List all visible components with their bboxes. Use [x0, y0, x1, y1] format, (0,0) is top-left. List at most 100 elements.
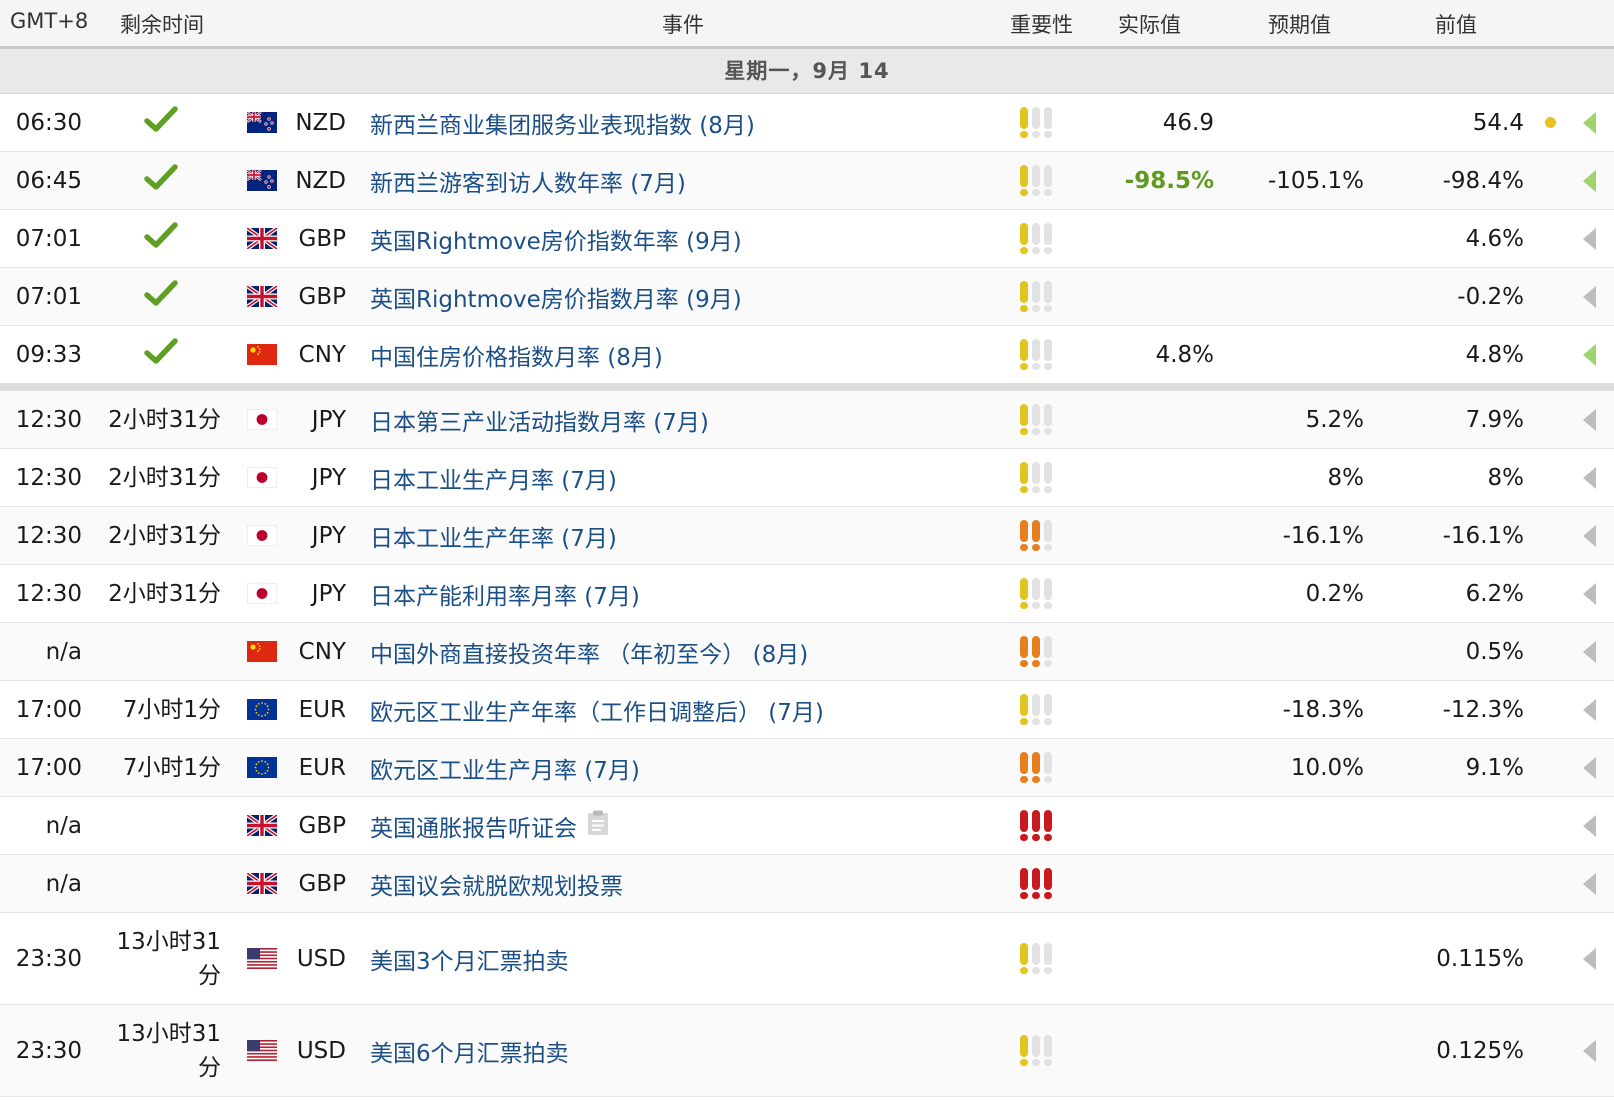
table-row[interactable]: 12:30 2小时31分 JPY 日本第三产业活动指数月率 (7月) 5.2% 7.9% [0, 391, 1614, 449]
alert-dot-icon [1540, 681, 1560, 738]
event-name[interactable]: 英国Rightmove房价指数年率 (9月) [370, 222, 742, 256]
event-name-link[interactable]: 英国Rightmove房价指数月率 (9月) [370, 268, 990, 325]
event-name-link[interactable]: 新西兰商业集团服务业表现指数 (8月) [370, 94, 990, 151]
event-name-link[interactable]: 美国3个月汇票拍卖 [370, 913, 990, 1004]
event-time: 07:01 [15, 283, 82, 310]
event-name[interactable]: 日本工业生产年率 (7月) [370, 519, 617, 553]
actual-value: 4.8% [1155, 341, 1214, 368]
currency-code: JPY [311, 522, 346, 549]
table-row[interactable]: 12:30 2小时31分 JPY 日本工业生产月率 (7月) 8% 8% [0, 449, 1614, 507]
importance-indicator [1020, 797, 1060, 854]
table-row[interactable]: n/a CNY 中国外商直接投资年率 （年初至今） (8月) 0.5% [0, 623, 1614, 681]
event-name-link[interactable]: 英国通胀报告听证会 [370, 797, 990, 854]
event-name-link[interactable]: 欧元区工业生产年率（工作日调整后） (7月) [370, 681, 990, 738]
time-remaining [100, 94, 222, 151]
event-name[interactable]: 日本产能利用率月率 (7月) [370, 577, 640, 611]
expand-arrow-icon[interactable] [1576, 623, 1602, 680]
previous-value [1380, 855, 1524, 912]
expand-arrow-icon[interactable] [1576, 94, 1602, 151]
expand-arrow-icon[interactable] [1576, 391, 1602, 448]
table-row[interactable]: 17:00 7小时1分 EUR 欧元区工业生产年率（工作日调整后） (7月) -18.3… [0, 681, 1614, 739]
event-name-link[interactable]: 英国议会就脱欧规划投票 [370, 855, 990, 912]
expand-arrow-icon[interactable] [1576, 739, 1602, 796]
table-row[interactable]: 07:01 GBP 英国Rightmove房价指数月率 (9月) -0.2% [0, 268, 1614, 326]
expand-arrow-icon[interactable] [1576, 449, 1602, 506]
importance-indicator [1020, 449, 1060, 506]
table-row[interactable]: n/a GBP 英国议会就脱欧规划投票 [0, 855, 1614, 913]
jpy-flag [247, 449, 277, 506]
forecast-value: 10.0% [1290, 754, 1364, 781]
expand-arrow-icon[interactable] [1576, 210, 1602, 267]
forecast-value [1230, 210, 1364, 267]
expand-arrow-icon[interactable] [1576, 268, 1602, 325]
alert-dot-icon [1540, 913, 1560, 1004]
expand-arrow-icon[interactable] [1576, 1005, 1602, 1096]
time-remaining-text: 2小时31分 [108, 522, 221, 549]
table-row[interactable]: 09:33 CNY 中国住房价格指数月率 (8月) 4.8% 4.8% [0, 326, 1614, 391]
gbp-flag [247, 210, 277, 267]
table-row[interactable]: 07:01 GBP 英国Rightmove房价指数年率 (9月) 4.6% [0, 210, 1614, 268]
event-name[interactable]: 日本第三产业活动指数月率 (7月) [370, 403, 709, 437]
alert-dot-icon [1540, 391, 1560, 448]
alert-dot-icon [1540, 739, 1560, 796]
event-name[interactable]: 日本工业生产月率 (7月) [370, 461, 617, 495]
event-name[interactable]: 英国Rightmove房价指数月率 (9月) [370, 280, 742, 314]
expand-arrow-icon[interactable] [1576, 681, 1602, 738]
event-name[interactable]: 中国外商直接投资年率 （年初至今） (8月) [370, 635, 808, 669]
header-actual: 实际值 [1118, 13, 1181, 37]
event-name-link[interactable]: 欧元区工业生产月率 (7月) [370, 739, 990, 796]
previous-value: -16.1% [1442, 522, 1524, 549]
event-name-link[interactable]: 中国外商直接投资年率 （年初至今） (8月) [370, 623, 990, 680]
event-name-link[interactable]: 日本工业生产月率 (7月) [370, 449, 990, 506]
table-row[interactable]: 12:30 2小时31分 JPY 日本产能利用率月率 (7月) 0.2% 6.2% [0, 565, 1614, 623]
event-name-link[interactable]: 日本工业生产年率 (7月) [370, 507, 990, 564]
table-row[interactable]: 23:30 13小时31分 USD 美国6个月汇票拍卖 0.125% [0, 1005, 1614, 1097]
previous-value [1380, 797, 1524, 854]
table-row[interactable]: n/a GBP 英国通胀报告听证会 [0, 797, 1614, 855]
expand-arrow-icon[interactable] [1576, 326, 1602, 383]
event-name[interactable]: 美国6个月汇票拍卖 [370, 1034, 569, 1068]
gbp-flag [247, 855, 277, 912]
event-name[interactable]: 新西兰商业集团服务业表现指数 (8月) [370, 106, 755, 140]
event-name[interactable]: 英国通胀报告听证会 [370, 809, 577, 843]
actual-value [1080, 210, 1214, 267]
event-name-link[interactable]: 日本第三产业活动指数月率 (7月) [370, 391, 990, 448]
event-time: n/a [45, 638, 82, 665]
table-row[interactable]: 17:00 7小时1分 EUR 欧元区工业生产月率 (7月) 10.0% 9.1% [0, 739, 1614, 797]
previous-value: 54.4 [1472, 109, 1524, 136]
event-name-link[interactable]: 日本产能利用率月率 (7月) [370, 565, 990, 622]
actual-value: 46.9 [1162, 109, 1214, 136]
time-remaining [100, 152, 222, 209]
currency-code: JPY [311, 464, 346, 491]
event-name[interactable]: 英国议会就脱欧规划投票 [370, 867, 623, 901]
expand-arrow-icon[interactable] [1576, 565, 1602, 622]
event-time: 17:00 [15, 754, 82, 781]
event-name-link[interactable]: 美国6个月汇票拍卖 [370, 1005, 990, 1096]
expand-arrow-icon[interactable] [1576, 797, 1602, 854]
event-name-link[interactable]: 中国住房价格指数月率 (8月) [370, 326, 990, 383]
event-name-link[interactable]: 新西兰游客到访人数年率 (7月) [370, 152, 990, 209]
document-icon[interactable] [587, 810, 609, 842]
currency-code: GBP [298, 225, 346, 252]
alert-dot-icon [1540, 94, 1560, 151]
nzd-flag [247, 94, 277, 151]
event-name[interactable]: 欧元区工业生产月率 (7月) [370, 751, 640, 785]
event-time: n/a [45, 812, 82, 839]
expand-arrow-icon[interactable] [1576, 855, 1602, 912]
expand-arrow-icon[interactable] [1576, 507, 1602, 564]
event-name[interactable]: 中国住房价格指数月率 (8月) [370, 338, 663, 372]
expand-arrow-icon[interactable] [1576, 152, 1602, 209]
table-row[interactable]: 06:45 NZD 新西兰游客到访人数年率 (7月) -98.5% -105.1% -98… [0, 152, 1614, 210]
event-time: 12:30 [15, 580, 82, 607]
event-name-link[interactable]: 英国Rightmove房价指数年率 (9月) [370, 210, 990, 267]
table-row[interactable]: 06:30 NZD 新西兰商业集团服务业表现指数 (8月) 46.9 54.4 [0, 94, 1614, 152]
table-row[interactable]: 23:30 13小时31分 USD 美国3个月汇票拍卖 0.115% [0, 913, 1614, 1005]
event-name[interactable]: 欧元区工业生产年率（工作日调整后） (7月) [370, 693, 824, 727]
table-row[interactable]: 12:30 2小时31分 JPY 日本工业生产年率 (7月) -16.1% -16.1% [0, 507, 1614, 565]
event-name[interactable]: 美国3个月汇票拍卖 [370, 942, 569, 976]
event-time: 23:30 [15, 1037, 82, 1064]
header-timezone[interactable]: GMT+8 [10, 9, 88, 33]
cny-flag [247, 623, 277, 680]
event-name[interactable]: 新西兰游客到访人数年率 (7月) [370, 164, 686, 198]
expand-arrow-icon[interactable] [1576, 913, 1602, 1004]
